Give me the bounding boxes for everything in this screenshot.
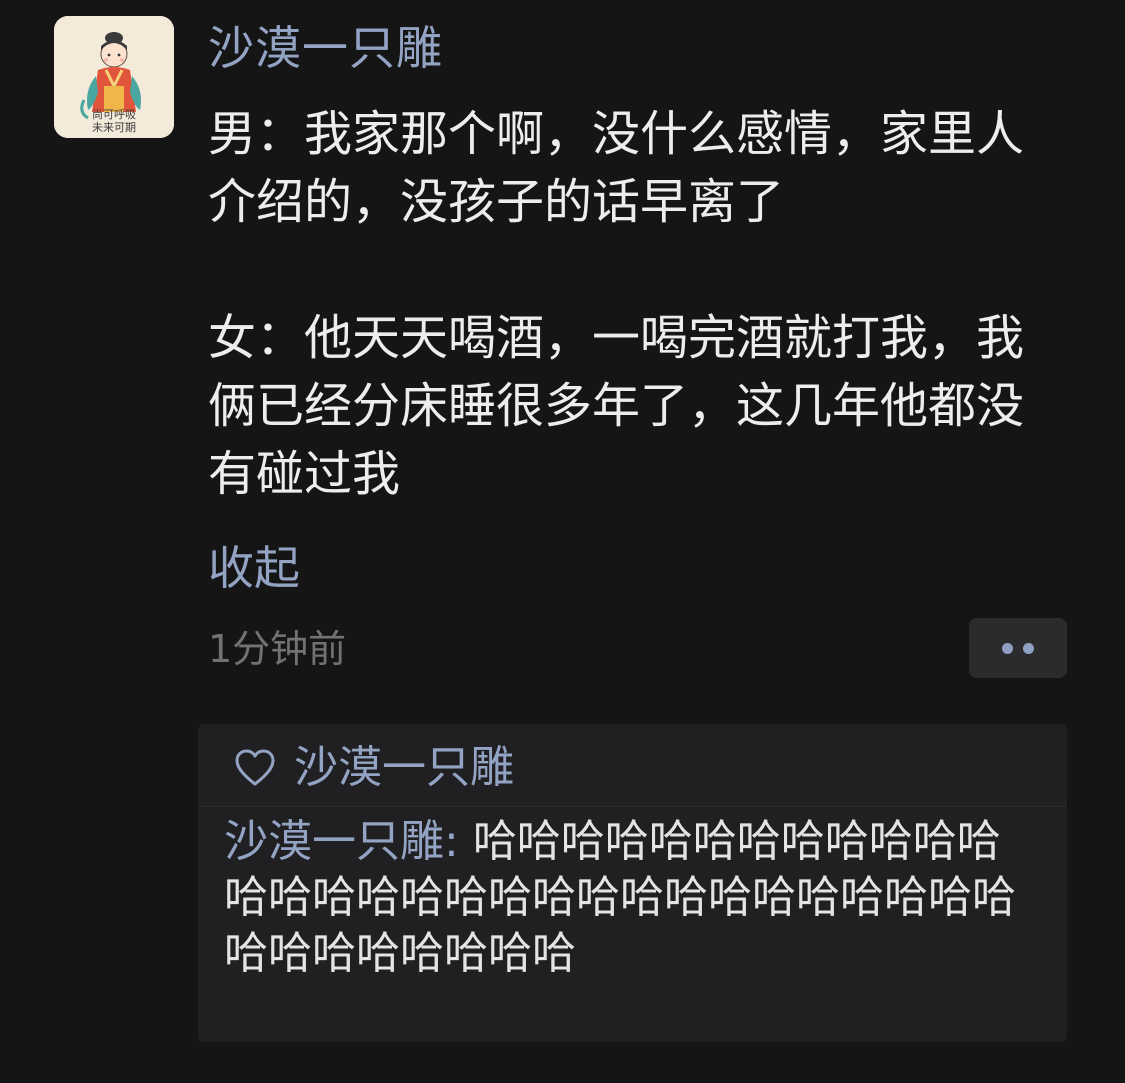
post-timestamp: 1分钟前 [208, 627, 347, 671]
post-paragraph-2: 女：他天天喝酒，一喝完酒就打我，我俩已经分床睡很多年了，这几年他都没有碰过我 [208, 310, 1025, 502]
interaction-panel: 沙漠一只雕 沙漠一只雕: 哈哈哈哈哈哈哈哈哈哈哈哈哈哈哈哈哈哈哈哈哈哈哈哈哈哈哈… [198, 724, 1067, 1042]
divider [198, 806, 1067, 807]
heart-outline-icon [235, 749, 275, 786]
comment-author[interactable]: 沙漠一只雕 [224, 816, 444, 867]
avatar-caption-line2: 未来可期 [92, 121, 136, 134]
avatar[interactable]: 尚可呼吸 未来可期 [54, 16, 174, 138]
post-paragraph-1: 男：我家那个啊，没什么感情，家里人介绍的，没孩子的话早离了 [208, 106, 1025, 230]
post-author-name[interactable]: 沙漠一只雕 [208, 20, 443, 76]
comment-separator: : [444, 816, 473, 867]
comment-item[interactable]: 沙漠一只雕: 哈哈哈哈哈哈哈哈哈哈哈哈哈哈哈哈哈哈哈哈哈哈哈哈哈哈哈哈哈哈哈哈哈… [224, 814, 1044, 982]
more-dots-icon[interactable] [969, 618, 1067, 678]
likes-row: 沙漠一只雕 [234, 738, 514, 798]
collapse-link[interactable]: 收起 [208, 538, 300, 598]
liker-name[interactable]: 沙漠一只雕 [294, 738, 514, 798]
dot [1002, 643, 1013, 654]
moments-post: 尚可呼吸 未来可期 沙漠一只雕 男：我家那个啊，没什么感情，家里人介绍的，没孩子… [0, 0, 1125, 1083]
post-content: 男：我家那个啊，没什么感情，家里人介绍的，没孩子的话早离了 女：他天天喝酒，一喝… [208, 100, 1068, 508]
dot [1023, 643, 1034, 654]
avatar-caption-line1: 尚可呼吸 [92, 108, 136, 121]
